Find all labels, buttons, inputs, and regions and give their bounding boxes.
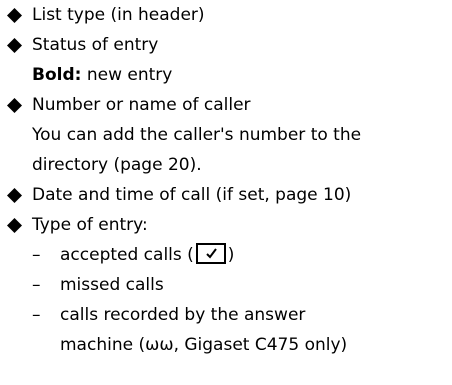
checkmark-box-icon [195, 242, 226, 264]
diamond-bullet-icon [7, 30, 23, 60]
list-item-detail-line: directory (page 20). [32, 155, 202, 175]
dash-marker: – [32, 245, 41, 265]
sub-item-prefix: accepted calls ( [60, 245, 194, 265]
list-item-detail: directory (page 20). [0, 150, 452, 180]
list-item: Number or name of caller [0, 90, 452, 120]
sub-list-item: – accepted calls () [0, 240, 452, 270]
dash-marker: – [32, 275, 41, 295]
sub-list-item: – calls recorded by the answer [0, 300, 452, 330]
document-page: List type (in header) Status of entry Bo… [0, 0, 452, 385]
dash-marker: – [32, 305, 41, 325]
list-item: Status of entry [0, 30, 452, 60]
detail-rest: new entry [81, 65, 173, 85]
list-item-detail: You can add the caller's number to the [0, 120, 452, 150]
list-item: List type (in header) [0, 0, 452, 30]
list-item-text: Number or name of caller [32, 95, 251, 115]
list-item: Date and time of call (if set, page 10) [0, 180, 452, 210]
list-item: Type of entry: [0, 210, 452, 240]
list-item-detail: Bold: new entry [0, 60, 452, 90]
sub-list-item-text: machine (ωω, Gigaset C475 only) [60, 335, 348, 355]
diamond-bullet-icon [7, 90, 23, 120]
sub-list-item-continuation: machine (ωω, Gigaset C475 only) [0, 330, 452, 360]
sub-item-suffix: ) [227, 245, 235, 265]
bold-label: Bold: [32, 65, 82, 85]
sub-list-item: – missed calls [0, 270, 452, 300]
list-item-detail-text: Bold: new entry [32, 60, 172, 90]
list-item-text: Status of entry [32, 35, 159, 55]
diamond-bullet-icon [7, 0, 23, 30]
list-item-text: Type of entry: [32, 215, 148, 235]
list-item-detail-line: You can add the caller's number to the [32, 125, 362, 145]
diamond-bullet-icon [7, 210, 23, 240]
list-item-text: List type (in header) [32, 5, 205, 25]
sub-list-item-text: calls recorded by the answer [60, 305, 306, 325]
sub-list-item-text: missed calls [60, 275, 164, 295]
diamond-bullet-icon [7, 180, 23, 210]
list-item-text: Date and time of call (if set, page 10) [32, 185, 352, 205]
sub-list-item-text: accepted calls () [60, 240, 234, 270]
